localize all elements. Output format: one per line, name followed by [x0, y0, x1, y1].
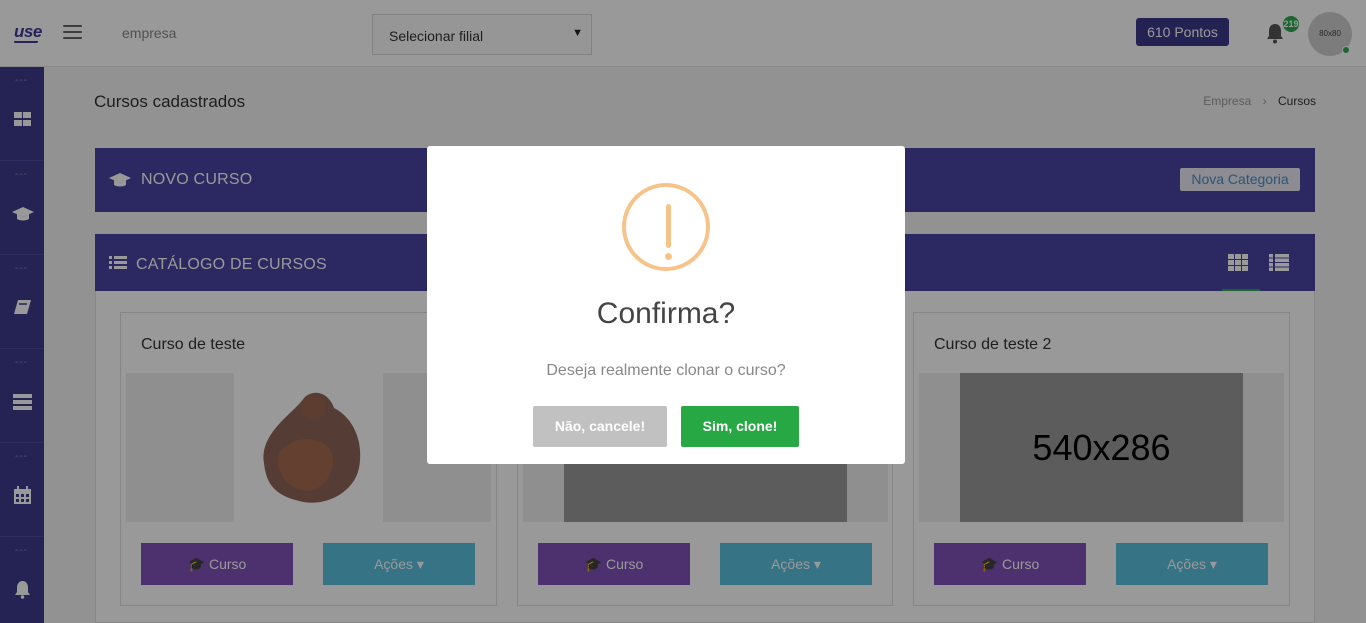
dialog-message: Deseja realmente clonar o curso?: [546, 362, 786, 379]
dialog-title: Confirma?: [596, 297, 736, 330]
cancel-button[interactable]: Não, cancele!: [533, 406, 667, 447]
confirm-clone-button[interactable]: Sim, clone!: [681, 406, 799, 447]
warning-icon: [622, 183, 710, 271]
confirm-dialog: Confirma? Deseja realmente clonar o curs…: [427, 146, 905, 464]
